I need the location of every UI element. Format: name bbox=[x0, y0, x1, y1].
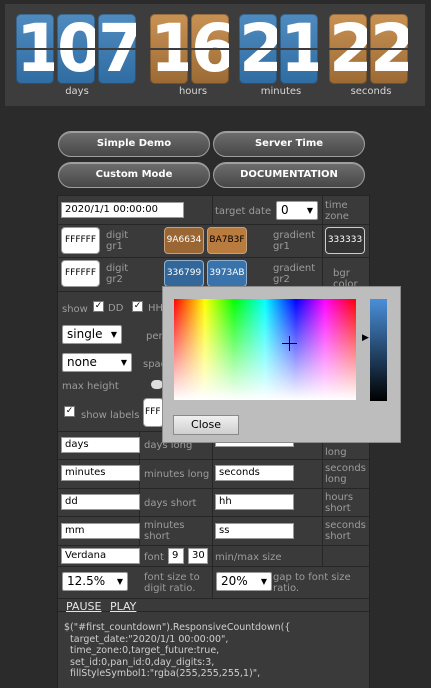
show-label: show bbox=[62, 304, 88, 315]
seconds-short-label: seconds short bbox=[325, 520, 366, 542]
grid-line bbox=[58, 598, 369, 599]
color-picker-popup: ▶ Close bbox=[162, 286, 401, 443]
font-label: font bbox=[144, 552, 164, 563]
show-labels-label: show labels bbox=[81, 410, 140, 421]
font-ratio-value: 12.5% bbox=[67, 574, 106, 588]
chevron-down-icon: ▼ bbox=[260, 577, 267, 586]
chevron-down-icon: ▼ bbox=[306, 206, 313, 215]
digit-days-3: 7 bbox=[98, 14, 136, 84]
play-link[interactable]: PLAY bbox=[110, 600, 136, 613]
gap-ratio-select[interactable]: 20% ▼ bbox=[216, 572, 272, 591]
fill-gr1-a-swatch[interactable]: 9A6634 bbox=[164, 227, 204, 254]
hours-short-label: hours short bbox=[325, 492, 354, 514]
chevron-down-icon: ▼ bbox=[110, 330, 117, 339]
max-height-label: max height bbox=[62, 381, 119, 392]
hours-label: hours bbox=[178, 86, 208, 97]
gradient-gr1-label: gradient gr1 bbox=[273, 230, 316, 252]
simple-demo-button[interactable]: Simple Demo bbox=[58, 131, 210, 157]
seconds-label: seconds bbox=[350, 86, 392, 97]
custom-mode-button[interactable]: Custom Mode bbox=[58, 162, 210, 188]
minutes-label: minutes bbox=[260, 86, 302, 97]
hours-short-input[interactable]: hh bbox=[215, 494, 294, 510]
saturation-hue-area[interactable] bbox=[174, 299, 356, 400]
server-time-button[interactable]: Server Time bbox=[213, 131, 365, 157]
days-long-input[interactable]: days bbox=[61, 437, 140, 453]
countdown-display: 1 0 7 1 6 2 1 2 2 days hours minutes sec… bbox=[5, 4, 425, 106]
digit-hours-2: 6 bbox=[191, 14, 229, 84]
target-date-input[interactable]: 2020/1/1 00:00:00 bbox=[61, 202, 184, 218]
grid-line bbox=[322, 431, 323, 566]
shadow-select[interactable]: none ▼ bbox=[62, 353, 132, 372]
minutes-short-label: minutes short bbox=[144, 520, 185, 542]
days-label: days bbox=[65, 86, 89, 97]
close-button[interactable]: Close bbox=[173, 415, 239, 435]
digit-hours-1: 1 bbox=[150, 14, 188, 84]
documentation-button[interactable]: DOCUMENTATION bbox=[213, 162, 365, 188]
days-short-label: days short bbox=[144, 498, 197, 509]
show-hh-label: HH bbox=[148, 303, 164, 314]
font-max-input[interactable]: 30 bbox=[188, 548, 208, 564]
digit-gr2-color-swatch[interactable]: FFFFFF bbox=[61, 260, 100, 287]
font-ratio-label: font size to digit ratio. bbox=[144, 572, 200, 594]
shadow-value: none bbox=[67, 355, 97, 369]
show-hh-checkbox[interactable]: ✓ bbox=[132, 301, 143, 312]
digit-days-1: 1 bbox=[16, 14, 54, 84]
pause-link[interactable]: PAUSE bbox=[66, 600, 101, 613]
grid-line bbox=[212, 431, 213, 598]
time-zone-value: 0 bbox=[281, 203, 289, 217]
value-slider-arrow-icon[interactable]: ▶ bbox=[362, 333, 369, 343]
digit-seconds-2: 2 bbox=[370, 14, 408, 84]
digit-gr2-label: digit gr2 bbox=[106, 263, 129, 285]
seconds-long-input[interactable]: seconds bbox=[215, 465, 294, 481]
show-labels-checkbox[interactable]: ✓ bbox=[64, 406, 75, 417]
digit-days-2: 0 bbox=[57, 14, 95, 84]
grid-line bbox=[322, 195, 323, 292]
hours-long-label: long bbox=[325, 447, 347, 458]
seconds-long-label: seconds long bbox=[325, 463, 366, 485]
grid-line bbox=[58, 566, 369, 567]
fill-gr2-a-swatch[interactable]: 336799 bbox=[164, 260, 204, 287]
minutes-short-input[interactable]: mm bbox=[61, 523, 140, 539]
digit-minutes-1: 2 bbox=[239, 14, 277, 84]
fill-gr1-b-swatch[interactable]: BA7B3F bbox=[207, 227, 247, 254]
chevron-down-icon: ▼ bbox=[116, 577, 123, 586]
mode-value: single bbox=[67, 327, 103, 341]
min-max-size-label: min/max size bbox=[215, 552, 282, 563]
font-min-input[interactable]: 9 bbox=[168, 548, 184, 564]
gap-ratio-value: 20% bbox=[221, 574, 248, 588]
grid-line bbox=[58, 611, 369, 612]
seconds-short-input[interactable]: ss bbox=[215, 523, 294, 539]
grid-line bbox=[212, 195, 213, 225]
minutes-long-input[interactable]: minutes bbox=[61, 465, 140, 481]
mode-select[interactable]: single ▼ bbox=[62, 325, 122, 344]
gradient-gr2-label: gradient gr2 bbox=[273, 263, 316, 285]
days-short-input[interactable]: dd bbox=[61, 494, 140, 510]
time-zone-select[interactable]: 0 ▼ bbox=[276, 201, 318, 220]
digit-minutes-2: 1 bbox=[280, 14, 318, 84]
minutes-long-label: minutes long bbox=[144, 469, 210, 480]
gradient-gr1-swatch[interactable]: 333333 bbox=[325, 227, 365, 254]
label-color-swatch[interactable]: FFF bbox=[143, 398, 164, 427]
generated-code: $("#first_countdown").ResponsiveCountdow… bbox=[64, 622, 291, 679]
gap-ratio-label: gap to font size ratio. bbox=[273, 572, 351, 594]
digit-seconds-1: 2 bbox=[329, 14, 367, 84]
value-slider[interactable] bbox=[370, 299, 387, 401]
fill-gr2-b-swatch[interactable]: 3973AB bbox=[207, 260, 247, 287]
font-ratio-select[interactable]: 12.5% ▼ bbox=[62, 572, 128, 591]
show-dd-checkbox[interactable]: ✓ bbox=[93, 301, 104, 312]
target-date-label: target date bbox=[215, 206, 272, 217]
time-zone-label: time zone bbox=[325, 200, 349, 222]
font-input[interactable]: Verdana bbox=[61, 548, 140, 564]
digit-gr1-label: digit gr1 bbox=[106, 230, 129, 252]
show-dd-label: DD bbox=[108, 303, 124, 314]
digit-gr1-color-swatch[interactable]: FFFFFF bbox=[61, 227, 100, 254]
crosshair-icon[interactable] bbox=[282, 336, 297, 351]
chevron-down-icon: ▼ bbox=[120, 358, 127, 367]
